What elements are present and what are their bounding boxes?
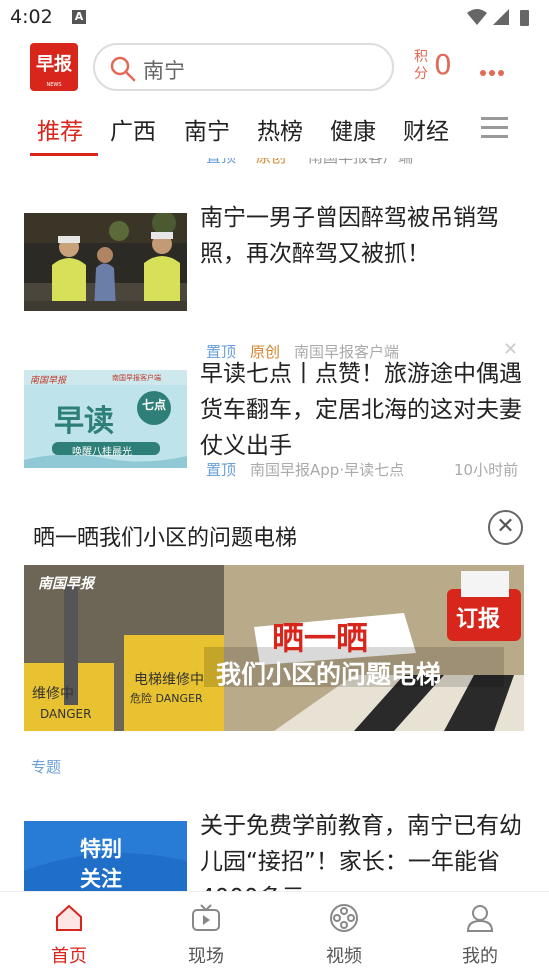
nav-video[interactable]: 视频 bbox=[299, 892, 389, 976]
banner-sign-warn-2: DANGER bbox=[40, 707, 92, 721]
more-menu-icon[interactable] bbox=[480, 61, 507, 80]
tag-original: 原创 bbox=[256, 158, 286, 167]
article-meta: 置顶 南国早报App·早读七点 10小时前 bbox=[206, 459, 518, 480]
wifi-icon bbox=[467, 9, 487, 25]
article-source: 南国早报客户端 bbox=[308, 158, 413, 167]
close-topic-icon[interactable]: ✕ bbox=[488, 510, 523, 545]
system-status-icons bbox=[467, 9, 529, 26]
search-bar[interactable]: 南宁 bbox=[93, 43, 394, 91]
banner-sign-text-2: 维修中 bbox=[32, 686, 74, 702]
tab-finance[interactable]: 财经 bbox=[403, 112, 449, 146]
thumb-badge: 七点 bbox=[142, 398, 167, 412]
logo-subtext: NEWS bbox=[46, 82, 62, 88]
news-feed[interactable]: 置顶 原创 南国早报客户端 bbox=[0, 158, 549, 891]
search-placeholder: 南宁 bbox=[143, 59, 185, 83]
nav-home-label: 首页 bbox=[51, 946, 87, 967]
article-source: 南国早报App·早读七点 bbox=[250, 461, 405, 479]
tab-health[interactable]: 健康 bbox=[330, 112, 376, 146]
tab-recommend[interactable]: 推荐 bbox=[37, 112, 83, 146]
banner-subline: 我们小区的问题电梯 bbox=[216, 660, 442, 689]
article-title[interactable]: 南宁一男子曾因醉驾被吊销驾照，再次醉驾又被抓！ bbox=[200, 200, 530, 272]
tv-icon bbox=[192, 904, 220, 931]
app-header: 早报 NEWS 南宁 积分 0 bbox=[0, 36, 549, 98]
banner-sign-text: 电梯维修中 bbox=[134, 672, 204, 688]
nav-live-label: 现场 bbox=[188, 946, 224, 967]
notification-a-icon: A bbox=[72, 10, 86, 24]
app-logo[interactable]: 早报 NEWS bbox=[30, 43, 78, 91]
article-thumbnail: 特别 关注 bbox=[24, 821, 187, 891]
active-tab-indicator bbox=[30, 153, 98, 156]
thumb-brand-app: 南国早报客户端 bbox=[112, 374, 161, 382]
tab-guangxi[interactable]: 广西 bbox=[110, 112, 156, 146]
tab-hot-list[interactable]: 热榜 bbox=[257, 112, 303, 146]
article-title[interactable]: 早读七点丨点赞！旅游途中偶遇货车翻车，定居北海的这对夫妻仗义出手 bbox=[200, 356, 530, 464]
search-icon bbox=[110, 56, 136, 82]
thumb-brand: 南国早报 bbox=[30, 376, 67, 386]
signal-icon bbox=[493, 9, 509, 25]
points-value: 0 bbox=[434, 48, 452, 81]
article-thumbnail: 南国早报 南国早报客户端 早读 七点 唤醒八桂晨光 bbox=[24, 370, 187, 468]
article-card[interactable]: 南国早报 南国早报客户端 早读 七点 唤醒八桂晨光 早读七点丨点赞！旅游途中偶遇… bbox=[0, 356, 549, 486]
home-icon bbox=[56, 904, 82, 931]
thumb-line-1: 特别 bbox=[80, 837, 122, 861]
channel-menu-icon[interactable] bbox=[481, 117, 508, 144]
topic-tag: 专题 bbox=[31, 758, 62, 776]
article-card[interactable]: 特别 关注 关于免费学前教育，南宁已有幼儿园“接招”！家长：一年能省4000多元 bbox=[0, 808, 549, 891]
article-card[interactable]: 南宁一男子曾因醉驾被吊销驾照，再次醉驾又被抓！ 置顶 原创 南国早报客户端 ✕ bbox=[0, 196, 549, 361]
article-time: 10小时前 bbox=[454, 461, 519, 479]
nav-profile[interactable]: 我的 bbox=[435, 892, 525, 976]
status-bar: 4:02 A bbox=[0, 0, 549, 36]
partial-article-meta: 置顶 原创 南国早报客户端 bbox=[0, 158, 549, 166]
banner-headline: 晒一晒 bbox=[272, 619, 369, 657]
topic-banner[interactable]: 南国早报 晒一晒 我们小区的问题电梯 订报 电梯维修中 危险 DANGER 维修… bbox=[24, 565, 524, 731]
tag-top: 置顶 bbox=[206, 461, 237, 479]
article-thumbnail bbox=[24, 213, 187, 311]
bottom-nav: 首页 现场 视频 我的 bbox=[0, 891, 549, 976]
channel-tabs: 推荐 广西 南宁 热榜 健康 财经 bbox=[0, 98, 549, 158]
app-screen: 4:02 A 早报 NEWS 南宁 积分 0 推荐 广西 南宁 热榜 健康 财经… bbox=[0, 0, 549, 976]
banner-sign-warn: 危险 DANGER bbox=[130, 692, 203, 705]
thumb-line-2: 关注 bbox=[80, 867, 122, 891]
points-label: 积分 bbox=[414, 49, 428, 82]
logo-text: 早报 bbox=[36, 54, 72, 75]
nav-live[interactable]: 现场 bbox=[161, 892, 251, 976]
user-icon bbox=[466, 905, 494, 932]
banner-brand: 南国早报 bbox=[38, 576, 94, 592]
nav-home[interactable]: 首页 bbox=[24, 892, 114, 976]
tag-top: 置顶 bbox=[206, 158, 236, 167]
banner-stamp: 订报 bbox=[456, 607, 501, 632]
thumb-slogan: 唤醒八桂晨光 bbox=[72, 447, 132, 458]
thumb-big-text: 早读 bbox=[54, 404, 114, 439]
tab-nanning[interactable]: 南宁 bbox=[184, 112, 230, 146]
battery-icon bbox=[520, 10, 529, 26]
nav-video-label: 视频 bbox=[326, 946, 362, 967]
film-reel-icon bbox=[330, 904, 358, 932]
nav-profile-label: 我的 bbox=[462, 946, 498, 967]
article-title[interactable]: 关于免费学前教育，南宁已有幼儿园“接招”！家长：一年能省4000多元 bbox=[200, 808, 530, 891]
status-time: 4:02 bbox=[10, 6, 53, 28]
topic-heading[interactable]: 晒一晒我们小区的问题电梯 bbox=[33, 520, 297, 552]
